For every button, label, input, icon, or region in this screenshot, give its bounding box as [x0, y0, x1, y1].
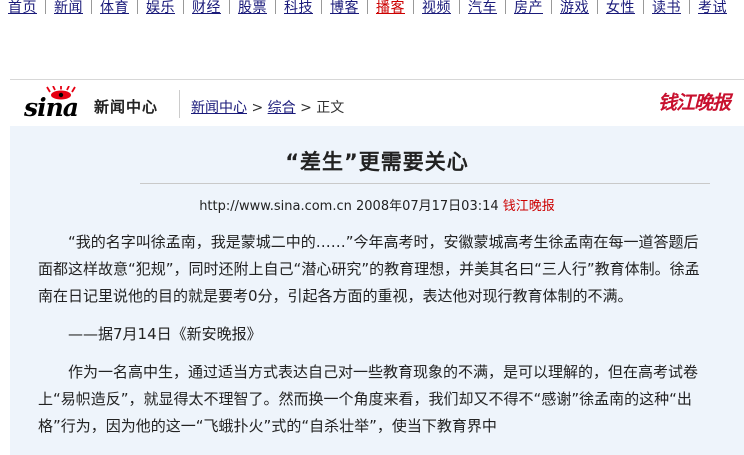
nav-separator [45, 0, 46, 14]
nav-separator [275, 0, 276, 14]
breadcrumb-news-center-link[interactable]: 新闻中心 [191, 100, 247, 116]
sina-logo[interactable]: sina 新闻中心 [24, 86, 174, 122]
nav-separator [689, 0, 690, 14]
article-title: “差生”更需要关心 [285, 150, 469, 174]
channel-nav: 首页 新闻 体育 娱乐 财经 股票 科技 博客 播客 视频 汽车 房产 游戏 女性 读书 考试 [0, 0, 744, 22]
nav-link[interactable]: 房产 [514, 0, 543, 17]
site-header: sina 新闻中心 新闻中心 > 综合 > 正文 钱江晚报 [10, 79, 744, 127]
nav-separator [459, 0, 460, 14]
news-center-title: 新闻中心 [94, 98, 159, 116]
nav-link[interactable]: 视频 [422, 0, 451, 17]
nav-link[interactable]: 首页 [8, 0, 37, 17]
nav-separator [91, 0, 92, 14]
article-body: “我的名字叫徐孟南，我是蒙城二中的……”今年高考时，安徽蒙城高考生徐孟南在每一道… [38, 229, 710, 451]
nav-separator [229, 0, 230, 14]
nav-separator [551, 0, 552, 14]
breadcrumb-current: 正文 [316, 100, 345, 116]
channel-nav-row: 首页 新闻 体育 娱乐 财经 股票 科技 博客 播客 视频 汽车 房产 游戏 女性 读书 考试 [8, 0, 727, 22]
breadcrumb-separator: > [247, 100, 268, 116]
nav-separator [367, 0, 368, 14]
nav-link[interactable]: 财经 [192, 0, 221, 17]
breadcrumb-section-link[interactable]: 综合 [268, 100, 296, 116]
sina-wordmark: sina [24, 93, 79, 122]
nav-separator [643, 0, 644, 14]
nav-link[interactable]: 播客 [376, 0, 405, 17]
nav-link[interactable]: 女性 [606, 0, 635, 17]
article-timestamp: 2008年07月17日03:14 [356, 199, 499, 214]
nav-link[interactable]: 体育 [100, 0, 129, 17]
title-divider [140, 183, 710, 184]
breadcrumb: 新闻中心 > 综合 > 正文 [191, 97, 344, 117]
nav-link[interactable]: 读书 [652, 0, 681, 17]
nav-link[interactable]: 股票 [238, 0, 267, 17]
nav-link[interactable]: 游戏 [560, 0, 589, 17]
article-paragraph: “我的名字叫徐孟南，我是蒙城二中的……”今年高考时，安徽蒙城高考生徐孟南在每一道… [38, 233, 700, 305]
nav-link[interactable]: 汽车 [468, 0, 497, 17]
nav-link[interactable]: 新闻 [54, 0, 83, 17]
nav-separator [597, 0, 598, 14]
article-paragraph: 作为一名高中生，通过适当方式表达自己对一些教育现象的不满，是可以理解的，但在高考… [38, 363, 699, 435]
article-paragraph: ——据7月14日《新安晚报》 [68, 325, 262, 343]
nav-link[interactable]: 科技 [284, 0, 313, 17]
article: “差生”更需要关心 http://www.sina.com.cn 2008年07… [10, 126, 744, 455]
nav-separator [413, 0, 414, 14]
nav-separator [505, 0, 506, 14]
nav-separator [137, 0, 138, 14]
article-source-link[interactable]: 钱江晚报 [503, 199, 555, 214]
nav-link[interactable]: 考试 [698, 0, 727, 17]
header-divider [179, 90, 180, 118]
qianjiang-evening-news-logo[interactable]: 钱江晚报 [658, 88, 731, 115]
nav-link[interactable]: 娱乐 [146, 0, 175, 17]
article-meta: http://www.sina.com.cn 2008年07月17日03:14 … [10, 195, 744, 214]
article-url: http://www.sina.com.cn [199, 199, 352, 214]
nav-link[interactable]: 博客 [330, 0, 359, 17]
nav-separator [183, 0, 184, 14]
nav-separator [321, 0, 322, 14]
breadcrumb-separator: > [295, 100, 317, 116]
